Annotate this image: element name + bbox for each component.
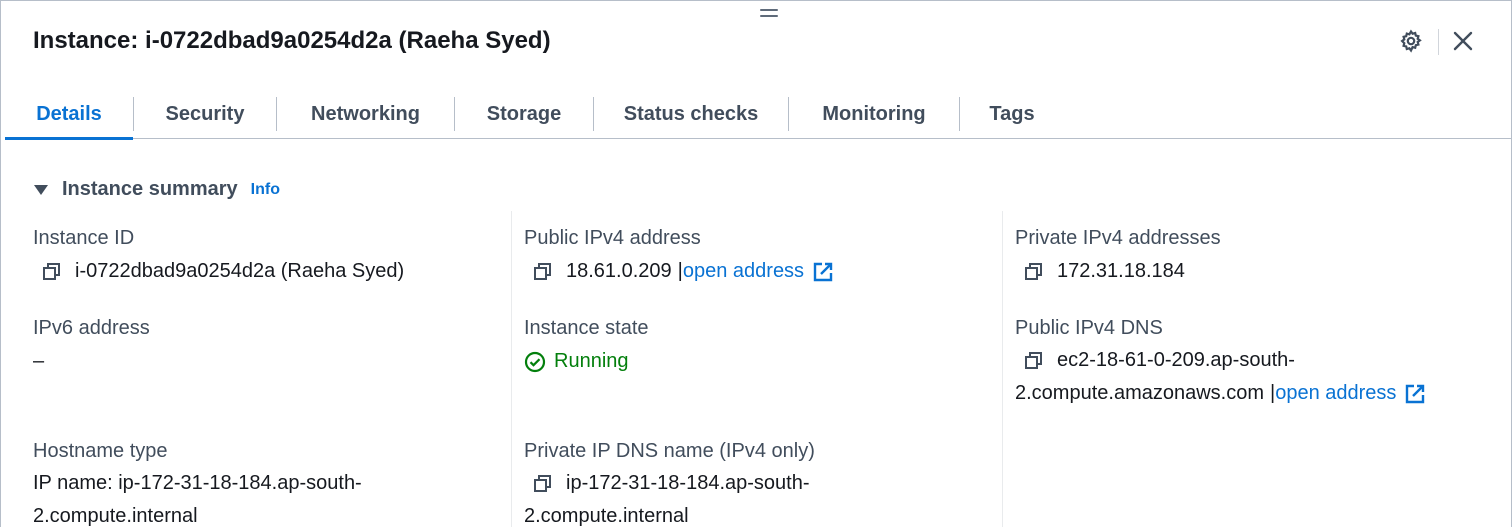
field-label: Instance ID (33, 227, 135, 249)
field-label: Hostname type (33, 440, 168, 462)
tab-networking[interactable]: Networking (277, 89, 454, 139)
field-label: Instance state (524, 317, 649, 339)
copy-icon[interactable] (532, 473, 554, 495)
caret-down-icon[interactable] (34, 184, 48, 195)
public-dns-value: ec2-18-61-0-209.ap-south- 2.compute.amaz… (1015, 344, 1426, 410)
copy-icon[interactable] (1023, 350, 1045, 372)
external-link-icon[interactable] (1404, 383, 1426, 405)
field-label: Private IP DNS name (IPv4 only) (524, 440, 815, 462)
column-divider (511, 211, 512, 527)
external-link-icon[interactable] (812, 261, 834, 283)
private-ipv4-value: 172.31.18.184 (1057, 260, 1185, 282)
copy-icon[interactable] (41, 261, 63, 283)
field-private-ipv4: Private IPv4 addresses 172.31.18.184 (1015, 227, 1221, 283)
field-value: 18.61.0.209 | open address (524, 260, 834, 283)
tab-monitoring[interactable]: Monitoring (789, 89, 959, 139)
field-ipv6: IPv6 address – (33, 317, 150, 373)
field-value: i-0722dbad9a0254d2a (Raeha Syed) (33, 260, 404, 283)
field-label: IPv6 address (33, 317, 150, 339)
open-address-link[interactable]: open address (1275, 377, 1396, 410)
tab-storage[interactable]: Storage (455, 89, 593, 139)
private-dns-value: ip-172-31-18-184.ap-south- 2.compute.int… (524, 467, 815, 527)
hostname-type-line1: IP name: ip-172-31-18-184.ap-south- (33, 472, 362, 494)
copy-icon[interactable] (532, 261, 554, 283)
page-title: Instance: i-0722dbad9a0254d2a (Raeha Sye… (33, 27, 551, 54)
instance-state-value: Running (554, 350, 629, 372)
field-instance-id: Instance ID i-0722dbad9a0254d2a (Raeha S… (33, 227, 404, 283)
public-dns-line1: ec2-18-61-0-209.ap-south- (1057, 349, 1295, 371)
header-divider (1438, 29, 1439, 55)
public-dns-line2: 2.compute.amazonaws.com (1015, 382, 1265, 404)
field-public-ipv4: Public IPv4 address 18.61.0.209 | open a… (524, 227, 834, 283)
field-value: 172.31.18.184 (1015, 260, 1221, 283)
field-public-dns: Public IPv4 DNS ec2-18-61-0-209.ap-south… (1015, 317, 1426, 410)
public-ipv4-value: 18.61.0.209 (566, 260, 672, 282)
tab-tags[interactable]: Tags (960, 89, 1064, 139)
hostname-type-line2: 2.compute.internal (33, 505, 198, 527)
field-label: Private IPv4 addresses (1015, 227, 1221, 249)
check-circle-icon (524, 351, 546, 372)
instance-id-value: i-0722dbad9a0254d2a (Raeha Syed) (75, 260, 405, 282)
column-divider (1002, 211, 1003, 527)
tab-bar: Details Security Networking Storage Stat… (5, 89, 1512, 140)
private-dns-line2: 2.compute.internal (524, 505, 689, 527)
close-icon[interactable] (1450, 28, 1476, 54)
field-label: Public IPv4 DNS (1015, 317, 1163, 339)
tab-status-checks[interactable]: Status checks (594, 89, 788, 139)
tab-details[interactable]: Details (5, 89, 133, 140)
drag-handle-icon[interactable] (760, 9, 778, 19)
instance-details-panel: Instance: i-0722dbad9a0254d2a (Raeha Sye… (0, 0, 1512, 527)
info-link[interactable]: Info (251, 181, 280, 199)
section-header: Instance summary Info (34, 178, 280, 201)
ipv6-value: – (33, 350, 45, 372)
gear-icon[interactable] (1398, 28, 1424, 54)
field-hostname-type: Hostname type IP name: ip-172-31-18-184.… (33, 440, 362, 527)
section-title: Instance summary (62, 178, 238, 200)
copy-icon[interactable] (1023, 261, 1045, 283)
hostname-type-value: IP name: ip-172-31-18-184.ap-south- 2.co… (33, 467, 362, 527)
open-address-link[interactable]: open address (683, 260, 804, 283)
field-instance-state: Instance state Running (524, 317, 649, 373)
status-badge: Running (524, 350, 649, 373)
private-dns-line1: ip-172-31-18-184.ap-south- (566, 472, 810, 494)
field-private-dns: Private IP DNS name (IPv4 only) ip-172-3… (524, 440, 815, 527)
tab-security[interactable]: Security (134, 89, 276, 139)
field-label: Public IPv4 address (524, 227, 701, 249)
